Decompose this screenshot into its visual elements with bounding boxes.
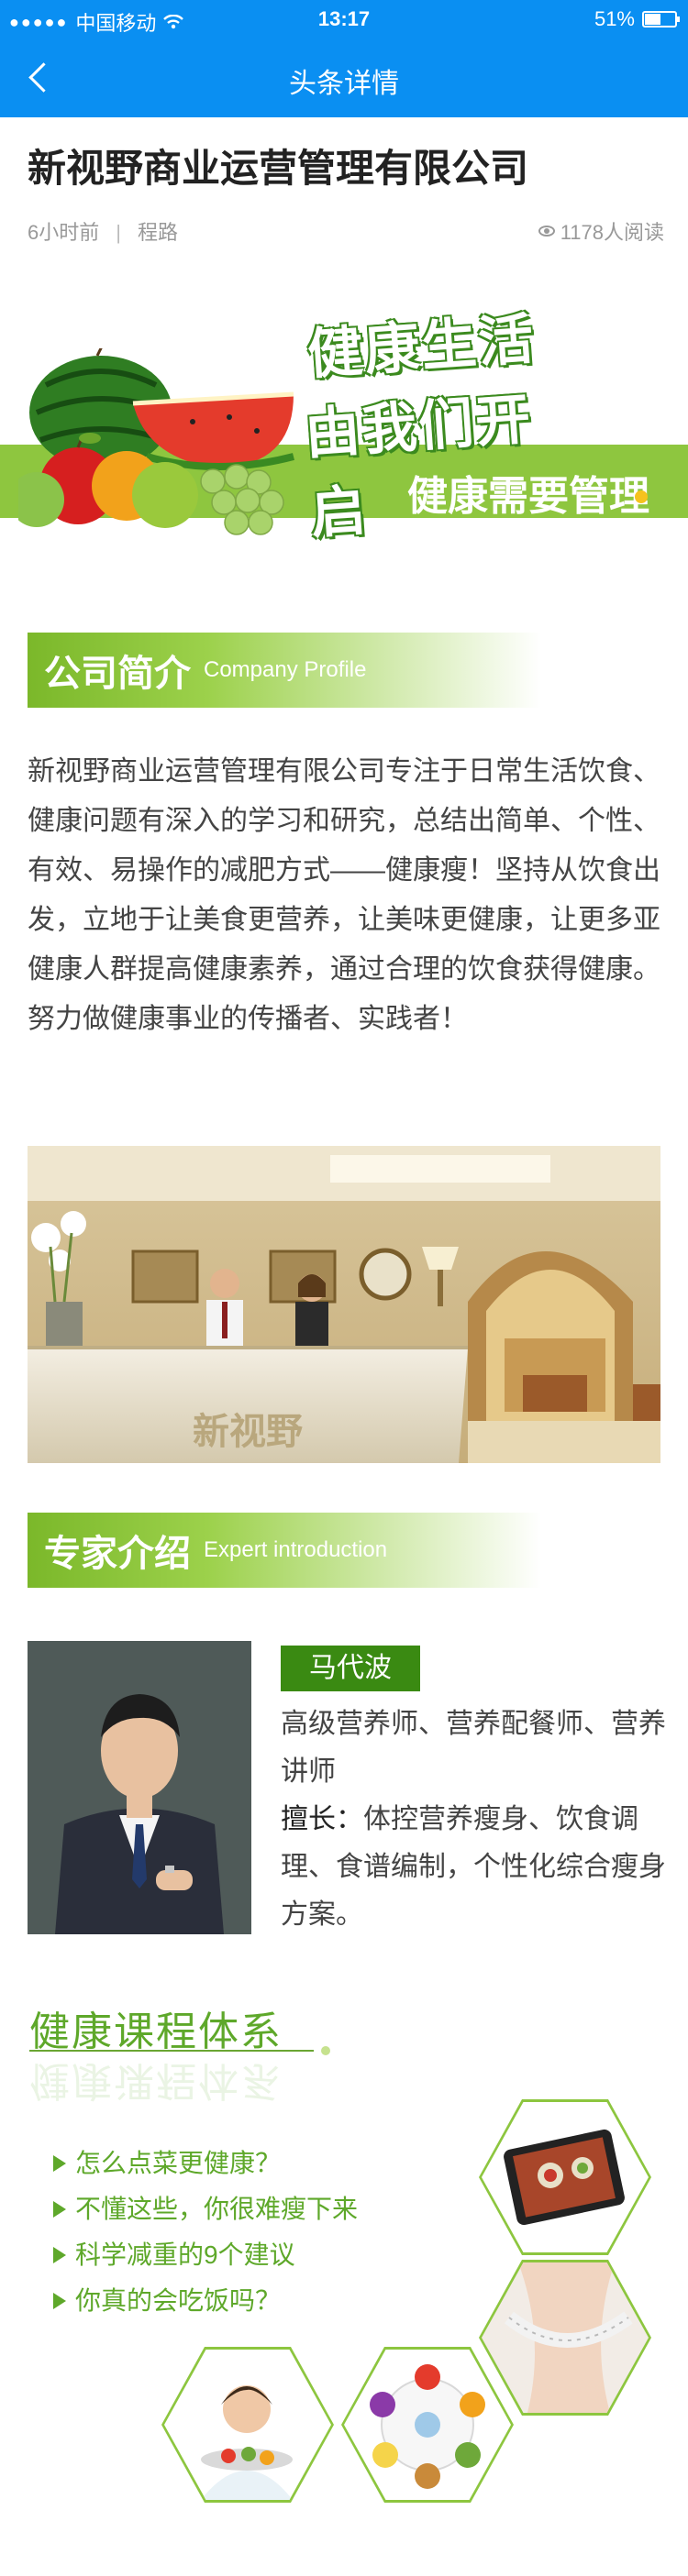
course-title-dot xyxy=(321,2046,330,2055)
triangle-bullet-icon xyxy=(53,2293,66,2309)
expert-bio: 高级营养师、营养配餐师、营养讲师 擅长：体控营养瘦身、饮食调理、食谱编制，个性化… xyxy=(281,1701,666,1939)
top-bar: ●●●●● 中国移动 13:17 51% 头条详情 xyxy=(0,0,688,117)
company-profile-title-cn: 公司简介 xyxy=(44,654,191,694)
specialty-label: 擅长： xyxy=(281,1804,363,1834)
triangle-bullet-icon xyxy=(53,2201,66,2218)
expert-portrait xyxy=(28,1641,251,1934)
status-bar: ●●●●● 中国移动 13:17 51% xyxy=(0,0,688,39)
battery-percent: 51% xyxy=(594,7,635,30)
waist-measure-photo xyxy=(482,2262,649,2413)
course-title-reflection: 健康课程体系 xyxy=(29,2058,283,2103)
meta-separator: | xyxy=(116,221,121,244)
meta-left: 6小时前 | 程路 xyxy=(28,216,178,246)
course-title-underline xyxy=(29,2050,314,2052)
status-time: 13:17 xyxy=(317,7,371,30)
eye-icon xyxy=(538,226,555,237)
health-banner: 健康生活 由我们开启 健康需要管理 xyxy=(0,293,688,568)
course-item[interactable]: 科学减重的9个建议 xyxy=(53,2232,358,2278)
course-item-label: 不懂这些，你很难瘦下来 xyxy=(75,2195,359,2223)
tablet-food-photo xyxy=(482,2102,649,2252)
course-list: 怎么点菜更健康？ 不懂这些，你很难瘦下来 科学减重的9个建议 你真的会吃饭吗？ xyxy=(53,2141,358,2324)
course-item[interactable]: 怎么点菜更健康？ xyxy=(53,2141,358,2186)
company-profile-title-en: Company Profile xyxy=(204,657,367,682)
food-wheel-hex-image xyxy=(341,2347,514,2503)
expert-name: 马代波 xyxy=(281,1646,420,1691)
expert-specialty: 擅长：体控营养瘦身、饮食调理、食谱编制，个性化综合瘦身方案。 xyxy=(281,1796,666,1939)
time-ago: 6小时前 xyxy=(28,221,100,244)
tablet-hex-image xyxy=(479,2099,651,2255)
author-name[interactable]: 程路 xyxy=(138,221,178,244)
waist-hex-image xyxy=(479,2260,651,2416)
triangle-bullet-icon xyxy=(53,2155,66,2172)
battery-icon xyxy=(642,11,680,28)
woman-salad-photo xyxy=(164,2350,331,2500)
course-item-label: 你真的会吃饭吗？ xyxy=(75,2286,282,2315)
course-item[interactable]: 你真的会吃饭吗？ xyxy=(53,2278,358,2324)
reception-photo: 新视野 xyxy=(28,1146,660,1463)
expert-header: 专家介绍 Expert introduction xyxy=(28,1513,541,1588)
course-title: 健康课程体系 xyxy=(29,2009,283,2054)
course-item-label: 怎么点菜更健康？ xyxy=(75,2149,282,2177)
nav-title: 头条详情 xyxy=(289,69,399,99)
accent-dot xyxy=(635,490,648,503)
company-profile-header: 公司简介 Company Profile xyxy=(28,633,541,708)
expert-title-en: Expert introduction xyxy=(204,1537,388,1562)
read-count-label: 1178人阅读 xyxy=(560,221,664,244)
expert-title-cn: 专家介绍 xyxy=(44,1534,191,1574)
banner-slogan: 健康生活 由我们开启 xyxy=(303,301,583,545)
triangle-bullet-icon xyxy=(53,2247,66,2263)
slogan-line-2: 由我们开启 xyxy=(303,388,535,545)
expert-roles: 高级营养师、营养配餐师、营养讲师 xyxy=(281,1709,666,1787)
desk-sign: 新视野 xyxy=(193,1412,303,1452)
article-title: 新视野商业运营管理有限公司 xyxy=(28,147,529,190)
banner-tagline: 健康需要管理 xyxy=(407,474,649,519)
company-description: 新视野商业运营管理有限公司专注于日常生活饮食、健康问题有深入的学习和研究，总结出… xyxy=(28,756,660,1034)
course-item-label: 科学减重的9个建议 xyxy=(75,2240,295,2269)
food-wheel-photo xyxy=(344,2350,511,2500)
nav-bar: 头条详情 xyxy=(0,39,688,117)
course-item[interactable]: 不懂这些，你很难瘦下来 xyxy=(53,2186,358,2232)
woman-hex-image xyxy=(161,2347,334,2503)
status-right: 51% xyxy=(594,7,680,31)
read-count: 1178人阅读 xyxy=(538,216,664,246)
